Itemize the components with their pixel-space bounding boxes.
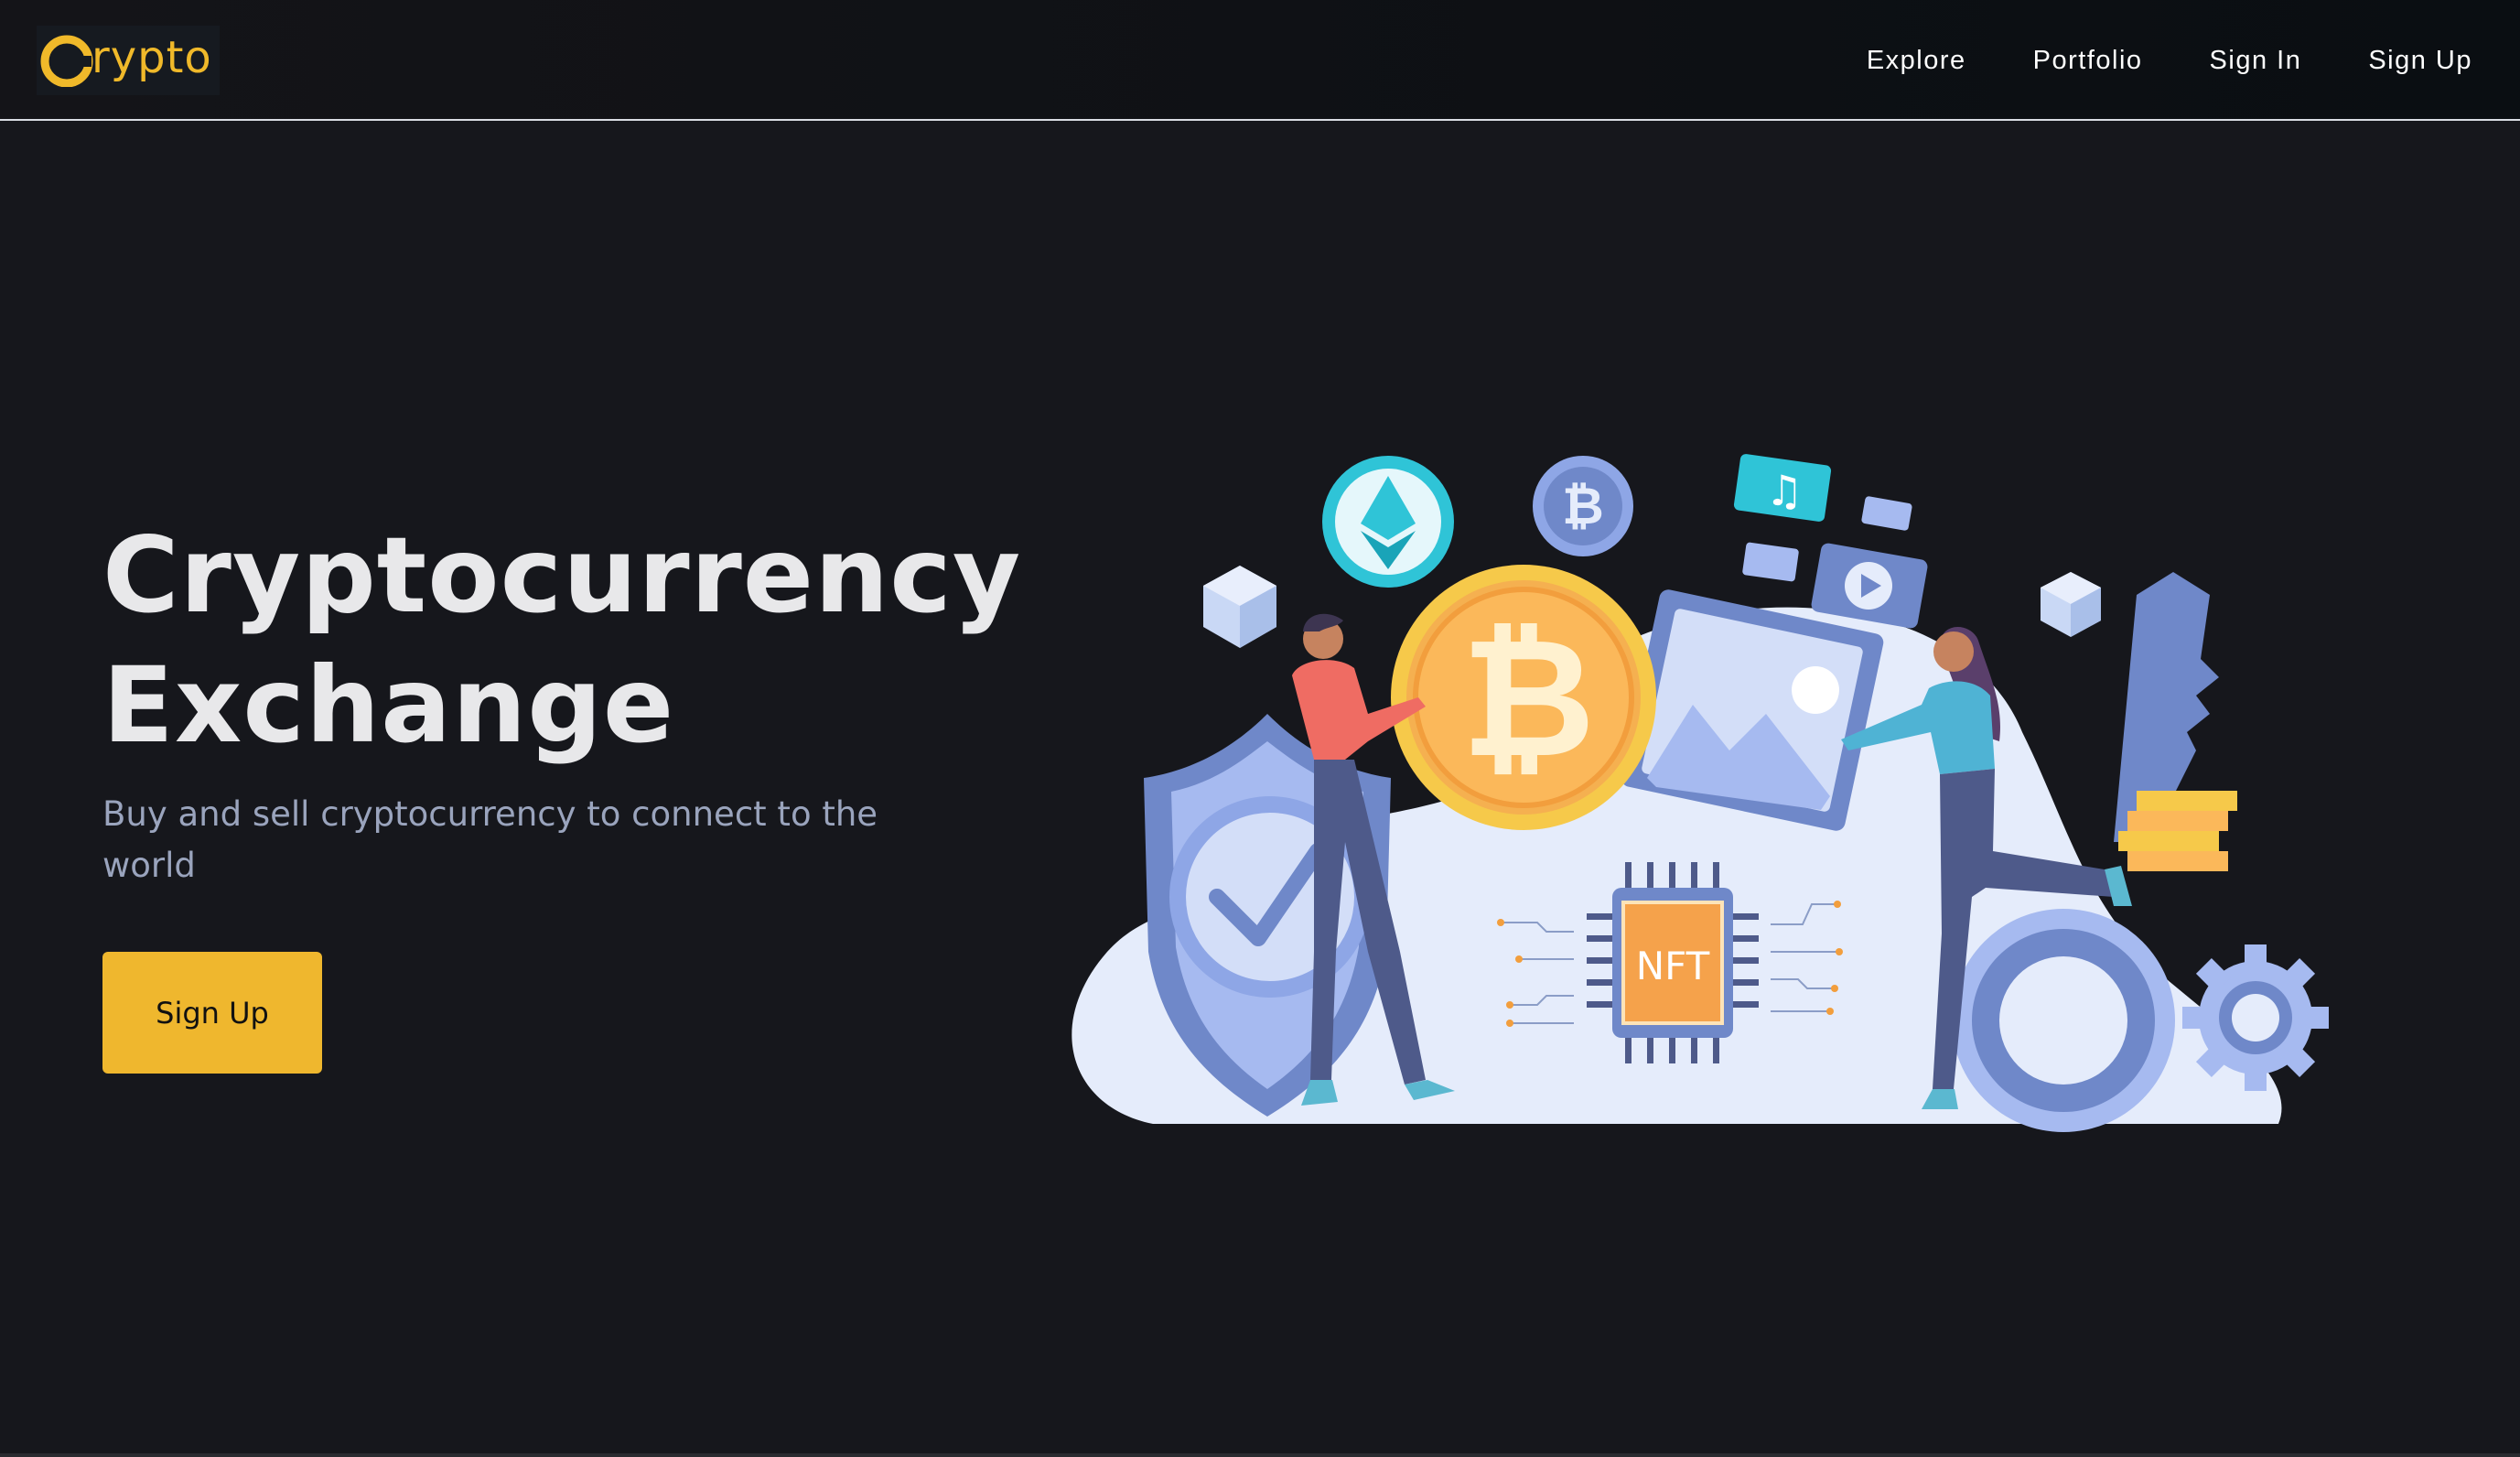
ethereum-coin-icon — [1322, 456, 1454, 588]
crypto-exchange-illustration: ₿ ♫ ₿ NFT — [1072, 454, 2329, 1132]
nav-portfolio[interactable]: Portfolio — [2033, 46, 2143, 76]
bitcoin-coin-icon: ₿ — [1533, 456, 1633, 556]
brand-logo-text: rypto — [92, 32, 212, 83]
svg-text:₿: ₿ — [1562, 477, 1604, 536]
hero-title-line-2: Exchange — [102, 644, 675, 766]
svg-text:♫: ♫ — [1765, 466, 1803, 515]
music-note-icon: ♫ — [1733, 454, 1832, 522]
top-navbar: rypto Explore Portfolio Sign In Sign Up — [0, 0, 2520, 121]
nav-explore[interactable]: Explore — [1867, 46, 1966, 76]
page-bottom-divider — [0, 1453, 2520, 1457]
brand-logo[interactable]: rypto — [37, 26, 220, 95]
nav-sign-up[interactable]: Sign Up — [2368, 46, 2472, 76]
main-nav: Explore Portfolio Sign In Sign Up — [1800, 0, 2472, 121]
gear-icon — [2182, 944, 2329, 1091]
hero-subtitle: Buy and sell cryptocurrency to connect t… — [102, 794, 878, 885]
svg-text:₿: ₿ — [1461, 603, 1596, 794]
bitcoin-coin-icon: ₿ — [1391, 565, 1656, 830]
cube-icon — [2041, 572, 2101, 637]
crypto-coin-c-logo-icon — [40, 35, 93, 87]
hero-sign-up-button[interactable]: Sign Up — [102, 952, 322, 1074]
cube-icon — [1203, 566, 1276, 648]
nav-sign-in[interactable]: Sign In — [2210, 46, 2302, 76]
hero-title-line-1: Cryptocurrency — [102, 514, 1022, 636]
hero-title: Cryptocurrency Exchange — [102, 511, 1022, 771]
nft-label: NFT — [1636, 944, 1710, 988]
